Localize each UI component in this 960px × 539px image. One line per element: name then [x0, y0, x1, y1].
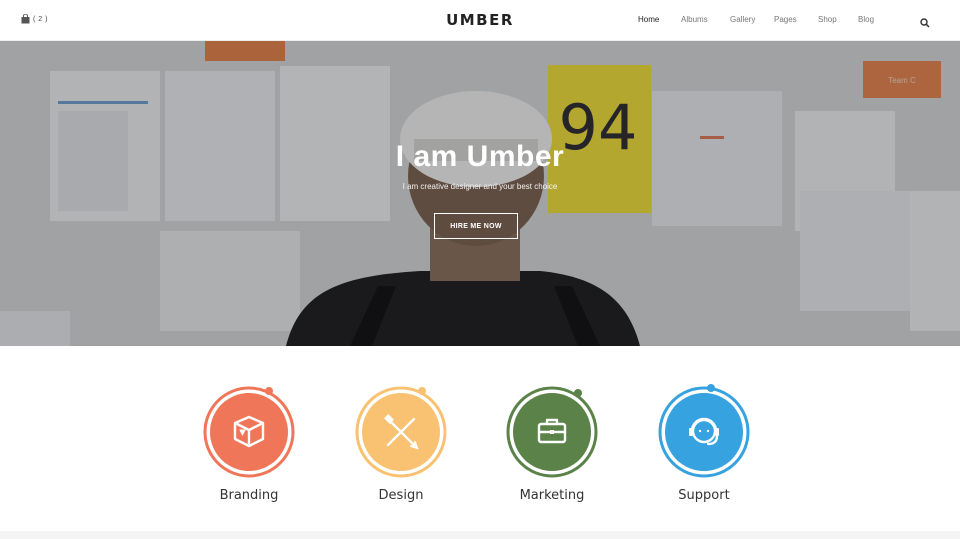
hero-section: 94 Team C I am Umber I am creative desig…	[0, 41, 960, 346]
next-section-strip	[0, 531, 960, 539]
service-label: Branding	[219, 488, 279, 503]
service-design[interactable]: Design	[351, 382, 451, 503]
nav-gallery[interactable]: Gallery	[730, 15, 755, 24]
service-branding[interactable]: Branding	[199, 382, 299, 503]
service-marketing[interactable]: Marketing	[502, 382, 602, 503]
nav-albums[interactable]: Albums	[681, 15, 708, 24]
design-circle	[355, 386, 447, 478]
nav-blog[interactable]: Blog	[858, 15, 874, 24]
hero-overlay	[0, 41, 960, 346]
hero-subtitle: I am creative designer and your best cho…	[402, 182, 558, 191]
service-label: Support	[678, 488, 730, 503]
hero-title: I am Umber	[395, 140, 565, 173]
main-nav: Home Albums Gallery Pages Shop Blog	[0, 15, 960, 27]
marketing-circle	[506, 386, 598, 478]
site-header: ( 2 ) UMBER Home Albums Gallery Pages Sh…	[0, 0, 960, 41]
hire-me-button[interactable]: HIRE ME NOW	[434, 213, 518, 239]
service-label: Design	[378, 488, 424, 503]
branding-circle	[203, 386, 295, 478]
services-section: Branding Design Marketing Support	[0, 346, 960, 531]
service-support[interactable]: Support	[654, 382, 754, 503]
search-button[interactable]	[920, 15, 930, 33]
search-icon	[920, 18, 930, 28]
nav-shop[interactable]: Shop	[818, 15, 837, 24]
nav-home[interactable]: Home	[638, 15, 659, 24]
support-circle	[658, 384, 750, 478]
nav-pages[interactable]: Pages	[774, 15, 797, 24]
service-label: Marketing	[519, 488, 585, 503]
